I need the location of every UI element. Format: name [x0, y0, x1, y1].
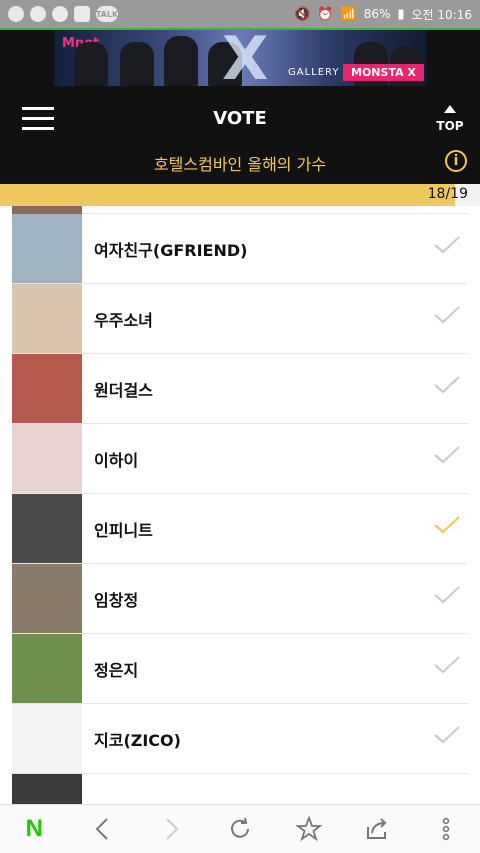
browser-toolbar: N — [0, 804, 480, 853]
list-item — [12, 774, 468, 804]
artist-name: 임창정 — [94, 590, 139, 610]
checkmark-icon[interactable] — [434, 446, 460, 464]
artist-thumbnail — [12, 214, 82, 283]
info-icon[interactable]: i — [445, 150, 467, 172]
artist-thumbnail — [12, 354, 82, 423]
progress-counter: 18/19 — [427, 186, 468, 202]
artist-thumbnail — [12, 774, 82, 804]
mute-icon: 🔇 — [294, 6, 311, 22]
status-bar: TALK 🔇 ⏰ 📶 86% ▮ 오전 10:16 — [0, 0, 480, 28]
artist-row[interactable]: 우주소녀 — [12, 284, 468, 354]
banner-figure — [74, 42, 108, 86]
checkmark-icon[interactable] — [434, 656, 460, 674]
banner-figure — [120, 42, 154, 86]
notification-icons: TALK — [8, 6, 118, 22]
checkmark-icon[interactable] — [434, 376, 460, 394]
vote-progress: 18/19 — [0, 184, 480, 206]
refresh-icon[interactable] — [220, 809, 260, 849]
clock: 오전 10:16 — [411, 7, 472, 22]
artist-row[interactable]: 임창정 — [12, 564, 468, 634]
artist-list: 여자친구(GFRIEND) 우주소녀원더걸스이하이인피니트임창정정은지지코(ZIC… — [12, 206, 468, 804]
artist-row[interactable]: 정은지 — [12, 634, 468, 704]
top-label: TOP — [436, 119, 464, 133]
header: Mnet X GALLERY MONSTA X VOTE TOP 호텔스컴바인 … — [0, 30, 480, 184]
banner-logo: X — [222, 30, 268, 86]
alarm-icon: ⏰ — [317, 6, 334, 22]
system-icons: 🔇 ⏰ 📶 86% ▮ 오전 10:16 — [294, 6, 472, 23]
artist-row[interactable]: 인피니트 — [12, 494, 468, 564]
artist-thumbnail — [12, 206, 82, 214]
artist-thumbnail — [12, 284, 82, 353]
app-notification-icon — [30, 6, 46, 22]
artist-thumbnail — [12, 704, 82, 773]
artist-row[interactable]: 지코(ZICO) — [12, 704, 468, 774]
page-title: VOTE — [213, 108, 267, 129]
checkmark-icon[interactable] — [434, 306, 460, 324]
artist-thumbnail — [12, 564, 82, 633]
naver-home-icon[interactable]: N — [14, 809, 54, 849]
artist-row[interactable]: 원더걸스 — [12, 354, 468, 424]
artist-row[interactable]: 이하이 — [12, 424, 468, 494]
artist-name: 우주소녀 — [94, 310, 153, 330]
more-icon[interactable] — [426, 809, 466, 849]
battery-icon: ▮ — [397, 6, 405, 22]
talk-icon: TALK — [96, 6, 118, 22]
artist-thumbnail — [12, 634, 82, 703]
list-item — [12, 206, 468, 214]
progress-fill — [0, 184, 455, 206]
top-button[interactable]: TOP — [432, 105, 468, 134]
banner-gallery-label: GALLERY — [288, 67, 340, 78]
artist-name: 지코(ZICO) — [94, 730, 181, 750]
banner-figure — [164, 36, 198, 86]
wifi-icon: 📶 — [340, 6, 357, 22]
image-icon — [74, 6, 90, 22]
checkmark-icon[interactable] — [434, 586, 460, 604]
bookmark-star-icon[interactable] — [289, 809, 329, 849]
checkmark-icon[interactable] — [434, 236, 460, 254]
ad-banner[interactable]: Mnet X GALLERY MONSTA X — [54, 30, 427, 86]
artist-name: 인피니트 — [94, 520, 153, 540]
checkmark-selected-icon[interactable] — [434, 516, 460, 534]
artist-name: 여자친구(GFRIEND) — [94, 240, 248, 260]
artist-thumbnail — [12, 424, 82, 493]
artist-name: 정은지 — [94, 660, 139, 680]
share-icon[interactable] — [357, 809, 397, 849]
artist-row[interactable]: 여자친구(GFRIEND) — [12, 214, 468, 284]
forward-icon[interactable] — [151, 809, 191, 849]
artist-thumbnail — [12, 494, 82, 563]
back-icon[interactable] — [83, 809, 123, 849]
cloud-icon — [52, 6, 68, 22]
artist-name: 원더걸스 — [94, 380, 153, 400]
banner-tag: MONSTA X — [343, 64, 424, 81]
app-notification-icon — [8, 6, 24, 22]
vote-category: 호텔스컴바인 올해의 가수 — [153, 155, 327, 174]
battery-percent: 86% — [363, 7, 391, 21]
artist-name: 이하이 — [94, 450, 139, 470]
arrow-up-icon — [444, 105, 456, 113]
checkmark-icon[interactable] — [434, 726, 460, 744]
